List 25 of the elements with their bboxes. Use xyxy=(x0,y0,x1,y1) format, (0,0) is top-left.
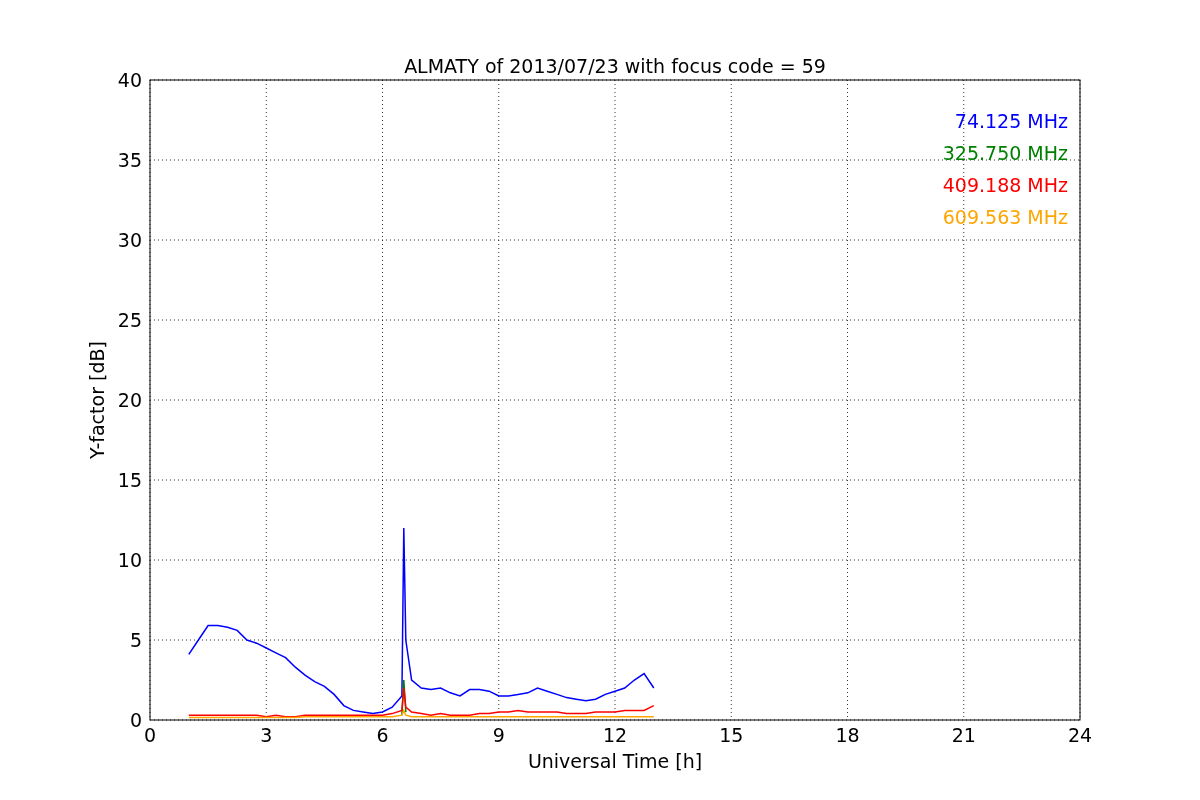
tick-label: 24 xyxy=(1067,724,1093,746)
tick-label: 12 xyxy=(602,724,628,746)
tick-label: 40 xyxy=(117,69,142,91)
tick-label: 3 xyxy=(260,724,273,746)
x-axis-label: Universal Time [h] xyxy=(527,750,703,772)
tick-label: 15 xyxy=(117,469,142,491)
tick-label: 25 xyxy=(117,309,142,331)
tick-label: 35 xyxy=(117,149,142,171)
tick-label: 10 xyxy=(117,549,142,571)
legend-label: 609.563 MHz xyxy=(942,206,1068,228)
tick-label: 9 xyxy=(492,724,505,746)
tick-label: 15 xyxy=(719,724,744,746)
tick-label: 0 xyxy=(143,724,157,746)
tick-label: 0 xyxy=(129,709,142,731)
tick-label: 18 xyxy=(835,724,860,746)
tick-label: 21 xyxy=(951,724,976,746)
legend-label: 325.750 MHz xyxy=(942,142,1068,164)
legend-label: 74.125 MHz xyxy=(954,110,1068,132)
legend-label: 409.188 MHz xyxy=(942,174,1068,196)
y-axis-label: Y-factor [dB] xyxy=(86,341,108,459)
tick-label: 30 xyxy=(117,229,142,251)
tick-label: 6 xyxy=(376,724,389,746)
chart-title: ALMATY of 2013/07/23 with focus code = 59 xyxy=(404,55,826,77)
tick-label: 5 xyxy=(129,629,142,651)
tick-label: 20 xyxy=(117,389,142,411)
